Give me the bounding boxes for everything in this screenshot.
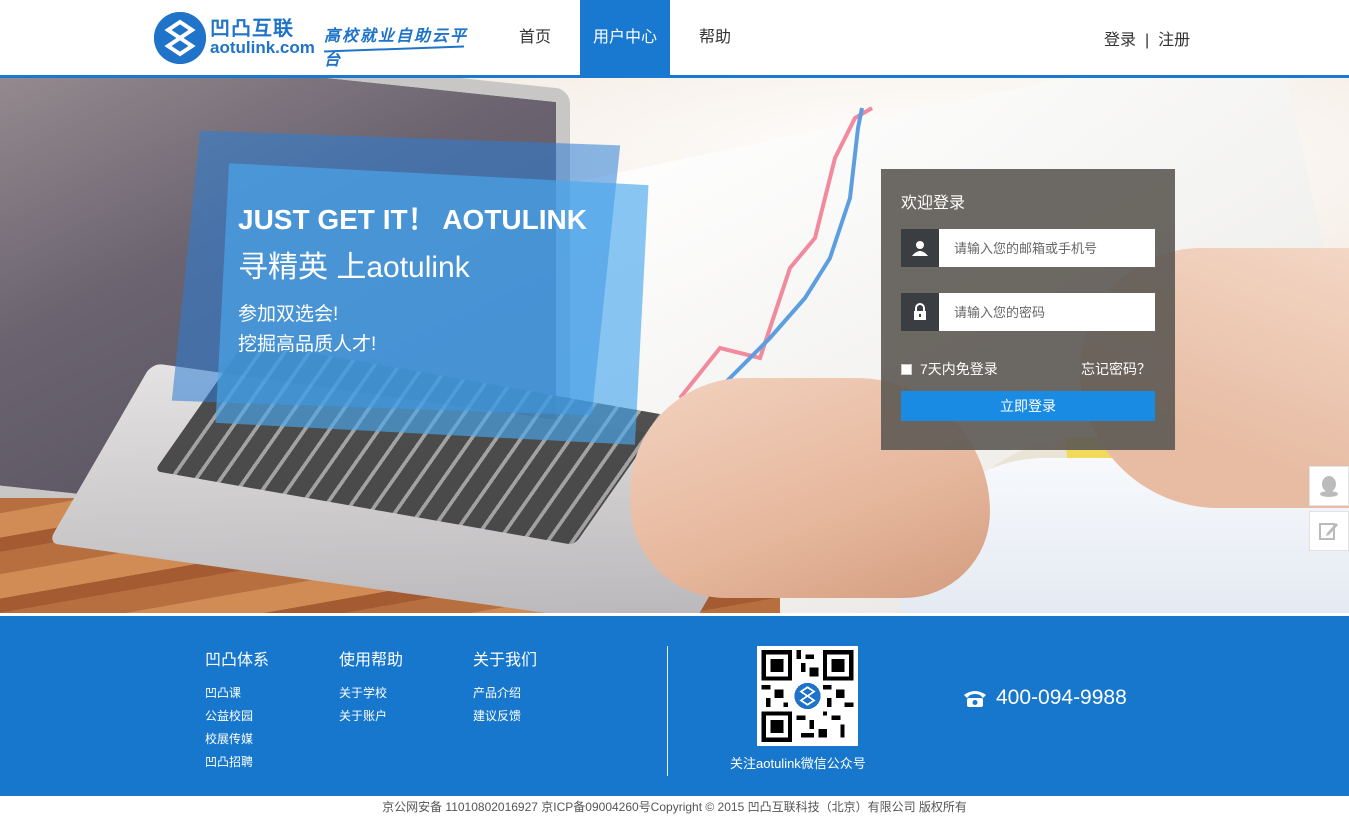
hero-banner: JUST GET IT！ AOTULINK 寻精英 上aotulink 参加双选… <box>0 78 1349 613</box>
password-field-wrapper <box>901 293 1155 331</box>
feedback-edit-icon[interactable] <box>1309 511 1349 551</box>
footer-column-help: 使用帮助 关于学校 关于账户 <box>339 646 403 728</box>
login-link[interactable]: 登录 <box>1104 32 1136 49</box>
footer-column-title: 关于我们 <box>473 652 538 669</box>
remember-checkbox[interactable] <box>901 363 912 375</box>
phone-icon <box>964 691 986 707</box>
user-icon <box>901 229 939 267</box>
footer-column-title: 凹凸体系 <box>205 652 270 669</box>
copyright-text: 京公网安备 11010802016927 京ICP备09004260号Copyr… <box>382 800 967 814</box>
qq-icon[interactable] <box>1309 466 1349 506</box>
logo-mark-icon <box>154 12 206 64</box>
site-header: 凹凸互联 aotulink.com 高校就业自助云平台 首页 用户中心 帮助 登… <box>0 0 1349 78</box>
main-nav: 首页 用户中心 帮助 <box>490 0 760 76</box>
banner-line-1: 参加双选会! <box>238 304 339 325</box>
footer-link[interactable]: 凹凸招聘 <box>205 751 269 774</box>
qr-caption: 关注aotulink微信公众号 <box>730 756 866 771</box>
auth-links: 登录 | 注册 <box>1104 26 1190 50</box>
nav-help[interactable]: 帮助 <box>670 0 760 76</box>
footer-column-about: 关于我们 产品介绍 建议反馈 <box>473 646 537 728</box>
logo-name: 凹凸互联 <box>210 18 294 40</box>
banner-chart-graphic <box>678 106 874 410</box>
nav-home[interactable]: 首页 <box>490 0 580 76</box>
footer-link[interactable]: 凹凸课 <box>205 682 269 705</box>
footer-column-system: 凹凸体系 凹凸课 公益校园 校展传媒 凹凸招聘 <box>205 646 269 774</box>
wechat-qr-code <box>757 646 858 746</box>
remember-me[interactable]: 7天内免登录 <box>901 359 998 379</box>
logo-domain: aotulink.com <box>210 38 315 57</box>
forgot-password-link[interactable]: 忘记密码？ <box>1081 359 1151 379</box>
lock-icon <box>901 293 939 331</box>
footer-link[interactable]: 关于学校 <box>339 682 403 705</box>
password-input[interactable] <box>939 293 1155 331</box>
register-link[interactable]: 注册 <box>1158 32 1190 49</box>
footer-link[interactable]: 公益校园 <box>205 705 269 728</box>
banner-text: JUST GET IT！ AOTULINK 寻精英 上aotulink 参加双选… <box>238 198 587 360</box>
username-field-wrapper <box>901 229 1155 267</box>
login-options: 7天内免登录 忘记密码？ <box>901 359 1155 379</box>
footer-divider <box>667 646 668 776</box>
footer-link[interactable]: 关于账户 <box>339 705 403 728</box>
footer-link[interactable]: 建议反馈 <box>473 705 537 728</box>
footer-link[interactable]: 校展传媒 <box>205 728 269 751</box>
login-title: 欢迎登录 <box>901 195 966 212</box>
phone-number: 400-094-9988 <box>996 686 1127 709</box>
login-panel: 欢迎登录 7天内免登录 忘记密码？ 立即登录 <box>881 169 1175 450</box>
username-input[interactable] <box>939 229 1155 267</box>
site-logo[interactable]: 凹凸互联 aotulink.com 高校就业自助云平台 <box>154 10 474 69</box>
remember-label: 7天内免登录 <box>920 361 998 377</box>
nav-user-center[interactable]: 用户中心 <box>580 0 670 76</box>
login-submit-button[interactable]: 立即登录 <box>901 391 1155 421</box>
contact-phone: 400-094-9988 <box>962 686 1127 710</box>
banner-headline: JUST GET IT！ AOTULINK <box>238 204 587 235</box>
footer-link[interactable]: 产品介绍 <box>473 682 537 705</box>
site-footer: 凹凸体系 凹凸课 公益校园 校展传媒 凹凸招聘 使用帮助 关于学校 关于账户 关… <box>0 616 1349 796</box>
footer-column-title: 使用帮助 <box>339 652 404 669</box>
banner-subheadline: 寻精英 上aotulink <box>238 251 470 284</box>
auth-separator: | <box>1145 32 1150 49</box>
banner-line-2: 挖掘高品质人才! <box>238 334 377 355</box>
